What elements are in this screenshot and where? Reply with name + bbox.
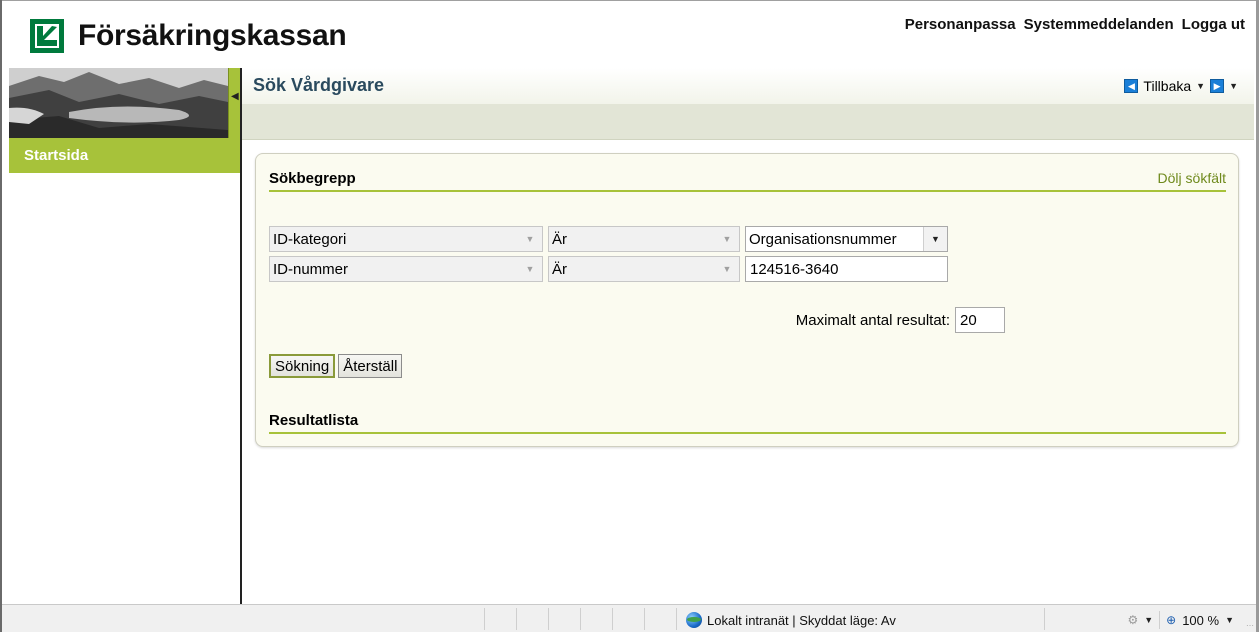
chevron-down-icon[interactable]: ▼ [715,227,739,251]
app-logo[interactable]: Försäkringskassan [30,14,347,58]
back-button[interactable]: Tillbaka [1143,78,1191,94]
max-results-row: Maximalt antal resultat: [796,307,1005,333]
forward-arrow-icon[interactable]: ▶ [1210,79,1225,93]
sidebar-collapse-toggle[interactable]: ◀ [228,68,240,138]
chevron-down-icon[interactable]: ▼ [518,227,542,251]
link-systemmeddelanden[interactable]: Systemmeddelanden [1024,16,1174,33]
operator-select-value: Är [552,230,567,248]
link-logga-ut[interactable]: Logga ut [1182,16,1245,33]
chevron-down-icon[interactable]: ▼ [923,227,947,251]
zoom-dropdown-icon[interactable]: ▼ [1225,615,1234,625]
zoom-level[interactable]: 100 % [1182,613,1219,628]
max-results-input[interactable] [955,307,1005,333]
statusbar-separator [484,608,485,630]
sidebar-landscape-image [9,68,228,138]
chevron-down-icon[interactable]: ▼ [1144,615,1153,625]
field-select-value: ID-kategori [273,230,347,248]
back-arrow-icon[interactable]: ◀ [1124,79,1139,93]
statusbar-separator [548,608,549,630]
field-select-value: ID-nummer [273,260,349,278]
logo-text: Försäkringskassan [78,19,347,52]
resize-grip-icon[interactable]: ⋯ [1246,621,1254,630]
statusbar-separator [516,608,517,630]
page-title: Sök Vårdgivare [253,75,385,95]
results-header: Resultatlista [269,412,1226,434]
operator-select[interactable]: Är ▼ [548,256,740,282]
window-top-border [0,0,1259,1]
search-actions: Sökning Återställ [269,354,403,378]
top-links: Personanpassa Systemmeddelanden Logga ut [905,16,1245,33]
collapse-arrow-icon: ◀ [231,91,239,102]
max-results-label: Maximalt antal resultat: [795,311,950,329]
operator-select[interactable]: Är ▼ [548,226,740,252]
statusbar-separator [676,608,677,630]
operator-select-value: Är [552,260,567,278]
protected-mode-icon[interactable]: ⚙ [1127,613,1138,627]
navigation-controls: ◀ Tillbaka ▼ ▶ ▼ [1124,78,1238,94]
statusbar-separator [1159,611,1161,629]
sidebar-divider [240,68,242,604]
results-title: Resultatlista [269,412,359,429]
security-zone[interactable]: Lokalt intranät | Skyddat läge: Av [686,612,896,628]
sidebar-item-startsida[interactable]: Startsida [9,138,240,173]
statusbar-separator [612,608,613,630]
statusbar-separator [644,608,645,630]
statusbar-separator [1044,608,1045,630]
search-criteria-title: Sökbegrepp [269,170,356,187]
value-select[interactable]: Organisationsnummer ▼ [745,226,948,252]
window-left-border [0,0,2,632]
zoom-icon[interactable]: ⊕ [1166,613,1176,627]
chevron-down-icon[interactable]: ▼ [715,257,739,281]
forward-dropdown-icon[interactable]: ▼ [1229,81,1238,91]
search-criteria-header: Sökbegrepp Dölj sökfält [269,170,1226,192]
chevron-down-icon[interactable]: ▼ [518,257,542,281]
criteria-row: ID-kategori ▼ Är ▼ Organisationsnummer ▼ [269,226,948,252]
link-personanpassa[interactable]: Personanpassa [905,16,1016,33]
browser-statusbar: Lokalt intranät | Skyddat läge: Av ⚙ ▼ ⊕… [2,604,1256,632]
criteria-row: ID-nummer ▼ Är ▼ [269,256,948,282]
reset-button[interactable]: Återställ [338,354,403,378]
value-select-value: Organisationsnummer [749,230,897,248]
globe-intranet-icon [686,612,702,628]
field-select[interactable]: ID-nummer ▼ [269,256,543,282]
sidebar-item-label: Startsida [24,147,89,164]
forsakringskassan-logo-icon [30,19,64,53]
page-titlebar: Sök Vårdgivare ◀ Tillbaka ▼ ▶ ▼ [242,68,1254,104]
field-select[interactable]: ID-kategori ▼ [269,226,543,252]
search-panel: Sökbegrepp Dölj sökfält ID-kategori ▼ Är… [255,153,1239,447]
id-number-input[interactable] [745,256,948,282]
toolbar-strip [242,104,1254,140]
back-dropdown-icon[interactable]: ▼ [1196,81,1205,91]
statusbar-separator [580,608,581,630]
security-zone-text: Lokalt intranät | Skyddat läge: Av [707,612,896,628]
hide-search-fields-link[interactable]: Dölj sökfält [1158,170,1226,186]
statusbar-tools: ⚙ ▼ ⊕ 100 % ▼ [1127,611,1234,629]
search-button[interactable]: Sökning [269,354,336,378]
